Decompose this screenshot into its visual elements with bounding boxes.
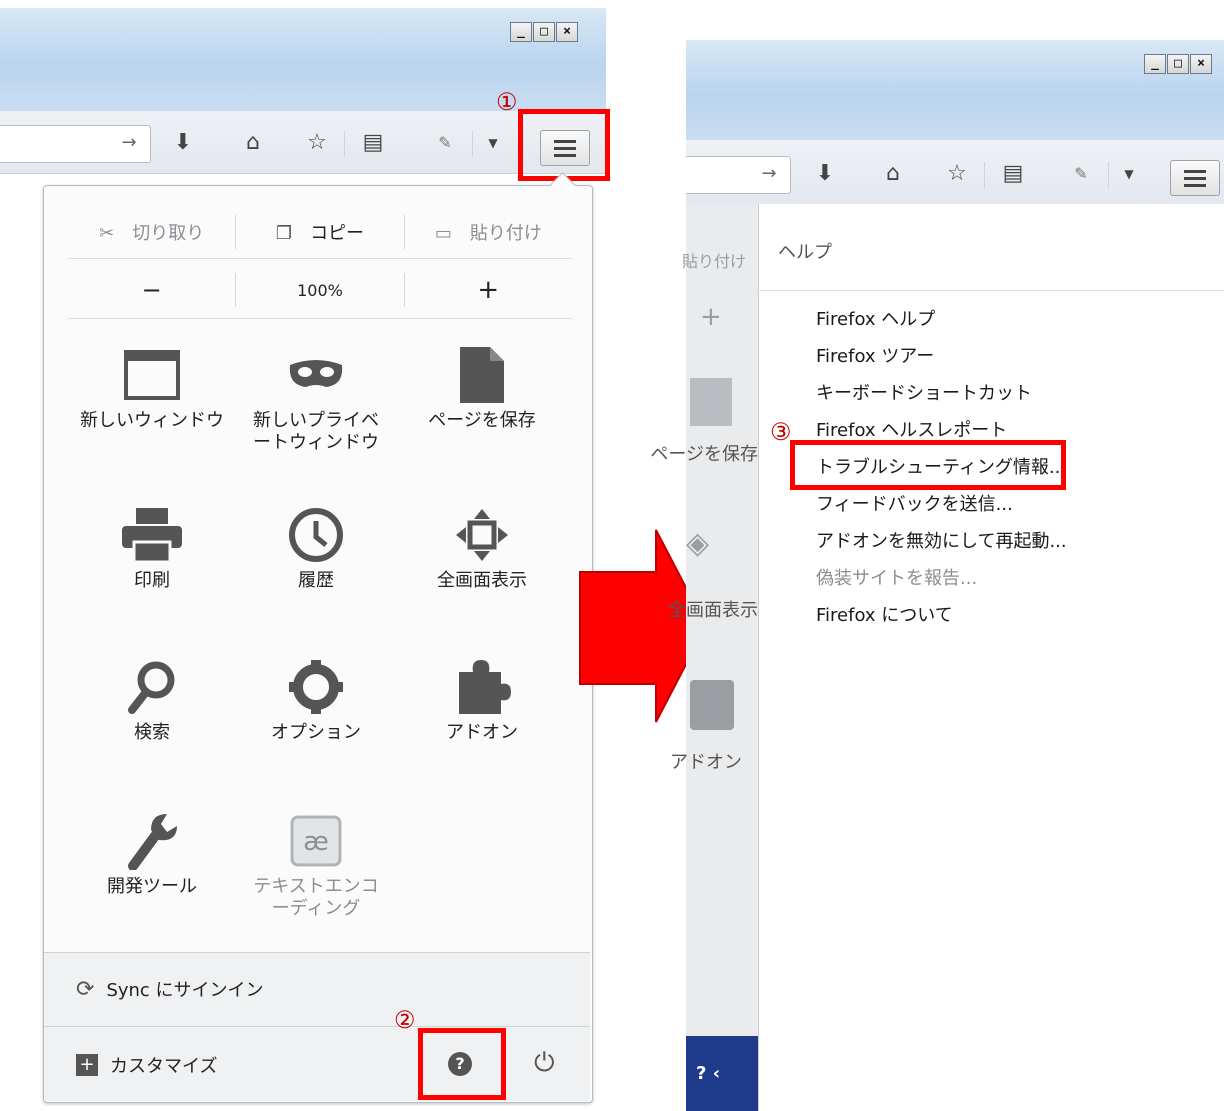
right-window-buttons: _ □ × bbox=[1144, 54, 1212, 74]
save-page-button[interactable]: ページを保存 bbox=[402, 340, 562, 432]
addons-button[interactable]: アドオン bbox=[402, 652, 562, 744]
private-window-icon bbox=[236, 340, 396, 410]
search-icon bbox=[72, 652, 232, 722]
paste-button[interactable]: ▭ 貼り付け bbox=[405, 219, 572, 245]
search-button[interactable]: 検索 bbox=[72, 652, 232, 744]
options-icon bbox=[236, 652, 396, 722]
help-item-about-firefox[interactable]: Firefox について bbox=[816, 597, 1216, 634]
edit-controls-row: ✂ 切り取り ❐ コピー ▭ 貼り付け bbox=[68, 212, 572, 252]
previous-panel-peek bbox=[686, 204, 758, 1111]
bookmarks-menu-icon[interactable]: ▤ bbox=[996, 157, 1030, 191]
new-window-button[interactable]: 新しいウィンドウ bbox=[72, 340, 232, 432]
power-icon: ⏻ bbox=[534, 1048, 555, 1078]
plus-box-icon: + bbox=[76, 1054, 98, 1076]
home-icon[interactable]: ⌂ bbox=[876, 157, 910, 191]
quit-button[interactable]: ⏻ bbox=[534, 1048, 555, 1079]
minimize-button[interactable]: _ bbox=[1144, 54, 1166, 74]
help-item-send-feedback[interactable]: フィードバックを送信... bbox=[816, 486, 1216, 523]
new-private-window-button[interactable]: 新しいプライベートウィンドウ bbox=[236, 340, 396, 454]
fullscreen-button[interactable]: 全画面表示 bbox=[402, 500, 562, 592]
left-window-buttons: _ □ × bbox=[510, 22, 578, 42]
maximize-button[interactable]: □ bbox=[533, 22, 555, 42]
go-arrow-icon[interactable]: → bbox=[752, 157, 786, 191]
addons-icon bbox=[402, 652, 562, 722]
help-item-firefox-help[interactable]: Firefox ヘルプ bbox=[816, 301, 1216, 338]
download-icon[interactable]: ⬇ bbox=[808, 157, 842, 191]
zoom-out-button[interactable]: − bbox=[68, 276, 235, 304]
home-icon[interactable]: ⌂ bbox=[236, 126, 270, 160]
highlight-box-1 bbox=[518, 109, 610, 181]
extension-icon[interactable]: ✎ bbox=[428, 126, 462, 160]
zoom-controls-row: − 100% + bbox=[68, 270, 572, 310]
save-page-icon bbox=[402, 340, 562, 410]
copy-button[interactable]: ❐ コピー bbox=[236, 219, 403, 245]
customize-button[interactable]: + カスタマイズ bbox=[76, 1046, 217, 1084]
clipboard-icon: ▭ bbox=[434, 223, 452, 244]
print-button[interactable]: 印刷 bbox=[72, 500, 232, 592]
sync-icon: ⟳ bbox=[76, 976, 95, 1002]
svg-text:æ: æ bbox=[303, 827, 329, 857]
help-item-restart-without-addons[interactable]: アドオンを無効にして再起動... bbox=[816, 523, 1216, 560]
history-button[interactable]: 履歴 bbox=[236, 500, 396, 592]
fullscreen-icon bbox=[402, 500, 562, 570]
close-button[interactable]: × bbox=[556, 22, 578, 42]
history-icon bbox=[236, 500, 396, 570]
highlight-box-2 bbox=[418, 1028, 506, 1100]
help-item-firefox-tour[interactable]: Firefox ツアー bbox=[816, 338, 1216, 375]
highlight-box-3 bbox=[790, 440, 1066, 490]
copy-icon: ❐ bbox=[275, 223, 293, 244]
text-encoding-icon: æ bbox=[236, 806, 396, 876]
new-window-icon bbox=[72, 340, 232, 410]
zoom-in-button[interactable]: + bbox=[405, 275, 572, 305]
cut-button[interactable]: ✂ 切り取り bbox=[68, 219, 235, 245]
print-icon bbox=[72, 500, 232, 570]
developer-tools-icon bbox=[72, 806, 232, 876]
zoom-reset-button[interactable]: 100% bbox=[236, 281, 403, 300]
marker-3: ③ bbox=[770, 418, 792, 446]
scissors-icon: ✂ bbox=[99, 223, 115, 244]
text-encoding-button[interactable]: æ テキストエンコーディング bbox=[236, 806, 396, 920]
marker-2: ② bbox=[394, 1006, 416, 1034]
download-icon[interactable]: ⬇ bbox=[166, 126, 200, 160]
help-item-report-deceptive-site: 偽装サイトを報告... bbox=[816, 568, 978, 589]
close-button[interactable]: × bbox=[1190, 54, 1212, 74]
sync-signin-button[interactable]: ⟳ Sync にサインイン bbox=[76, 970, 264, 1008]
go-arrow-icon[interactable]: → bbox=[112, 126, 146, 160]
extension-icon[interactable]: ✎ bbox=[1064, 157, 1098, 191]
bookmark-star-icon[interactable]: ☆ bbox=[300, 126, 334, 160]
minimize-button[interactable]: _ bbox=[510, 22, 532, 42]
help-item-keyboard-shortcuts[interactable]: キーボードショートカット bbox=[816, 375, 1216, 412]
help-panel-title: ヘルプ bbox=[778, 242, 832, 263]
maximize-button[interactable]: □ bbox=[1167, 54, 1189, 74]
marker-1: ① bbox=[496, 88, 518, 116]
bookmarks-menu-icon[interactable]: ▤ bbox=[356, 126, 390, 160]
dropdown-icon[interactable]: ▼ bbox=[1112, 157, 1146, 191]
dropdown-icon[interactable]: ▼ bbox=[476, 126, 510, 160]
bookmark-star-icon[interactable]: ☆ bbox=[940, 157, 974, 191]
options-button[interactable]: オプション bbox=[236, 652, 396, 744]
open-menu-button[interactable] bbox=[1170, 160, 1220, 196]
developer-tools-button[interactable]: 開発ツール bbox=[72, 806, 232, 898]
